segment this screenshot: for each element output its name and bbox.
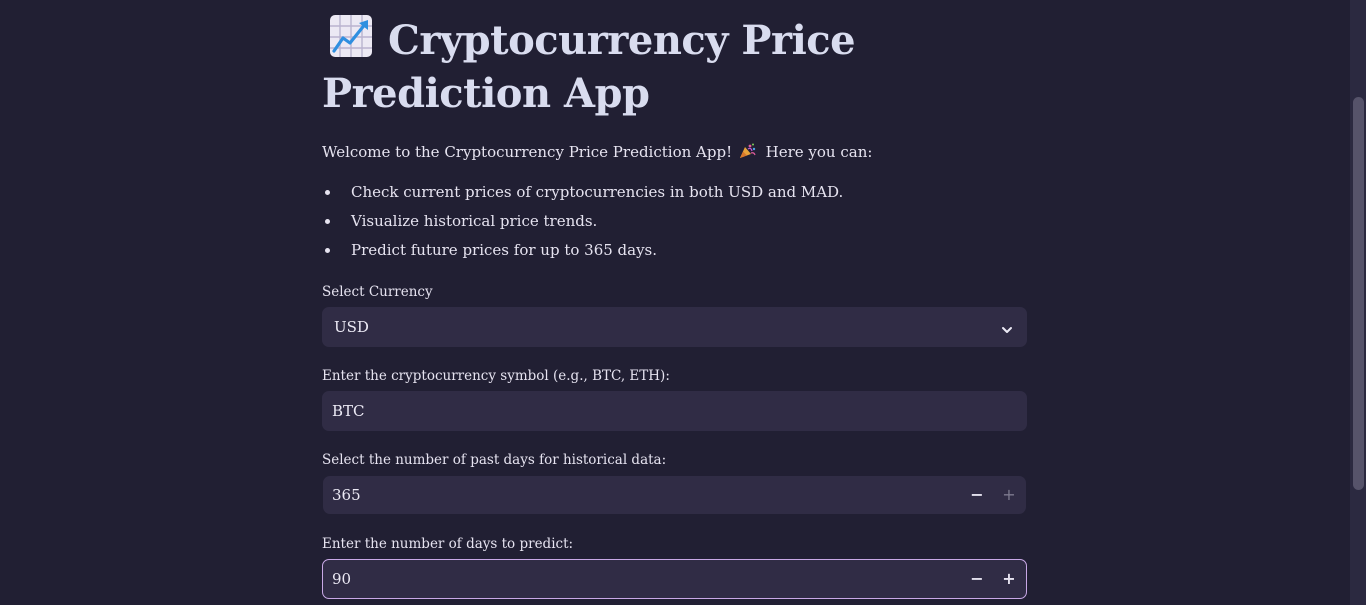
page-title-text: Cryptocurrency Price Prediction App (322, 17, 856, 117)
past-days-increment-button[interactable]: + (993, 476, 1025, 514)
past-days-value[interactable]: 365 (332, 476, 361, 514)
past-days-label: Select the number of past days for histo… (322, 452, 667, 468)
chart-increasing-icon (328, 14, 374, 58)
scrollbar-thumb[interactable] (1353, 97, 1364, 490)
intro-welcome: Welcome to the Cryptocurrency Price Pred… (322, 143, 733, 161)
feature-list: Check current prices of cryptocurrencies… (322, 181, 843, 268)
predict-days-label: Enter the number of days to predict: (322, 536, 574, 552)
feature-item: Predict future prices for up to 365 days… (322, 239, 843, 268)
predict-days-increment-button[interactable]: + (993, 560, 1025, 598)
intro-text: Welcome to the Cryptocurrency Price Pred… (322, 141, 872, 163)
past-days-input[interactable]: 365 − + (323, 476, 1026, 514)
currency-selected-value: USD (334, 318, 369, 336)
party-popper-icon (739, 143, 757, 159)
feature-item: Visualize historical price trends. (322, 210, 843, 239)
symbol-label: Enter the cryptocurrency symbol (e.g., B… (322, 368, 670, 384)
past-days-decrement-button[interactable]: − (961, 476, 993, 514)
symbol-input-value[interactable]: BTC (332, 391, 365, 431)
symbol-input[interactable]: BTC (322, 391, 1027, 431)
predict-days-input[interactable]: 90 − + (322, 559, 1027, 599)
currency-select[interactable]: USD (322, 307, 1027, 347)
app-root: Cryptocurrency Price Prediction App Welc… (0, 0, 1366, 605)
currency-label: Select Currency (322, 284, 433, 300)
predict-days-value[interactable]: 90 (332, 560, 351, 598)
chevron-down-icon[interactable] (1001, 321, 1013, 333)
intro-suffix: Here you can: (765, 143, 873, 161)
scrollbar[interactable] (1350, 0, 1366, 605)
predict-days-decrement-button[interactable]: − (961, 560, 993, 598)
feature-item: Check current prices of cryptocurrencies… (322, 181, 843, 210)
page-title: Cryptocurrency Price Prediction App (322, 14, 922, 120)
